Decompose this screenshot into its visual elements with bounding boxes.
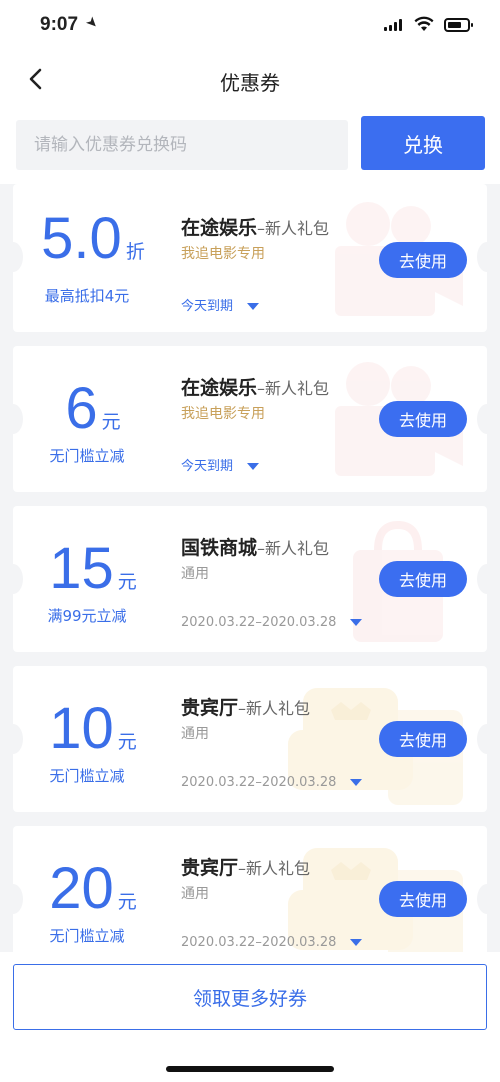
coupon-value: 6元 [13, 380, 173, 438]
coupon-expiry-text: 2020.03.22–2020.03.28 [181, 615, 337, 630]
coupon-value: 5.0 折 [13, 210, 173, 268]
nav-bar: 优惠券 [0, 52, 500, 108]
coupon-condition: 无门槛立减 [49, 927, 125, 945]
coupon-tag: –新人礼包 [257, 379, 330, 398]
coupon-scope: 通用 [181, 726, 209, 742]
use-coupon-button[interactable]: 去使用 [379, 721, 467, 757]
coupon-condition: 最高抵扣4元 [44, 287, 130, 305]
coupon-list[interactable]: 5.0 折 最高抵扣4元 在途娱乐–新人礼包 我追电影专用 今天到期 去使用 6元… [0, 184, 500, 952]
coupon-merchant: 国铁商城 [181, 537, 258, 559]
coupon-scope: 通用 [181, 886, 209, 902]
status-time: 9:07 [40, 14, 79, 35]
coupon-card: 15 元 满99元立减 国铁商城–新人礼包 通用 2020.03.22–2020.… [13, 506, 487, 652]
coupon-unit: 元 [117, 571, 137, 593]
redeem-button[interactable]: 兑换 [361, 116, 485, 170]
coupon-tag: –新人礼包 [257, 219, 330, 238]
coupon-scope: 我追电影专用 [181, 406, 265, 422]
status-bar: 9:07 ➤ [0, 0, 500, 52]
expand-caret-icon[interactable] [247, 303, 260, 310]
coupon-title: 贵宾厅–新人礼包 [181, 853, 310, 880]
coupon-card: 10 元 无门槛立减 贵宾厅–新人礼包 通用 2020.03.22–2020.03… [13, 666, 487, 812]
coupon-expiry[interactable]: 2020.03.22–2020.03.28 [181, 935, 363, 950]
coupon-amount: 5.0 [41, 206, 122, 271]
coupon-unit: 元 [101, 411, 121, 433]
coupon-expiry-text: 今天到期 [181, 459, 234, 474]
coupon-expiry[interactable]: 今天到期 [181, 455, 260, 474]
coupon-amount: 20 [49, 856, 114, 921]
coupon-condition: 满99元立减 [47, 607, 127, 625]
coupon-card: 5.0 折 最高抵扣4元 在途娱乐–新人礼包 我追电影专用 今天到期 去使用 [13, 184, 487, 332]
coupon-expiry-text: 2020.03.22–2020.03.28 [181, 935, 337, 950]
use-coupon-button[interactable]: 去使用 [379, 561, 467, 597]
battery-icon [444, 18, 473, 32]
coupon-value: 10 元 [13, 700, 173, 758]
coupon-expiry[interactable]: 2020.03.22–2020.03.28 [181, 775, 363, 790]
coupon-scope: 通用 [181, 566, 209, 582]
coupon-value: 20 元 [13, 860, 173, 918]
coupon-title: 在途娱乐–新人礼包 [181, 373, 329, 400]
coupon-amount: 10 [49, 696, 114, 761]
coupon-expiry-text: 今天到期 [181, 299, 234, 314]
expand-caret-icon[interactable] [350, 619, 363, 626]
coupon-expiry[interactable]: 今天到期 [181, 295, 260, 314]
wifi-icon [414, 16, 434, 31]
cellular-signal-icon [384, 19, 402, 31]
redeem-bar: 兑换 [0, 108, 500, 184]
coupon-title: 在途娱乐–新人礼包 [181, 213, 329, 240]
expand-caret-icon[interactable] [247, 463, 260, 470]
use-coupon-button[interactable]: 去使用 [379, 881, 467, 917]
coupon-expiry[interactable]: 2020.03.22–2020.03.28 [181, 615, 363, 630]
coupon-scope: 我追电影专用 [181, 246, 265, 262]
coupon-merchant: 在途娱乐 [181, 377, 258, 399]
coupon-merchant: 贵宾厅 [181, 697, 239, 719]
coupon-unit: 元 [117, 731, 137, 753]
use-coupon-button[interactable]: 去使用 [379, 242, 467, 278]
redeem-code-input[interactable] [16, 120, 348, 170]
coupon-tag: –新人礼包 [257, 539, 330, 558]
use-coupon-button[interactable]: 去使用 [379, 401, 467, 437]
coupon-condition: 无门槛立减 [49, 767, 125, 785]
page-title: 优惠券 [220, 71, 280, 95]
bottom-bar: 领取更多好券 [0, 952, 500, 1082]
coupon-unit: 折 [125, 241, 145, 263]
expand-caret-icon[interactable] [350, 779, 363, 786]
coupon-amount: 15 [49, 536, 114, 601]
location-arrow-icon: ➤ [82, 13, 102, 33]
expand-caret-icon[interactable] [350, 939, 363, 946]
coupon-tag: –新人礼包 [238, 859, 311, 878]
home-indicator[interactable] [166, 1066, 334, 1072]
coupon-expiry-text: 2020.03.22–2020.03.28 [181, 775, 337, 790]
coupon-unit: 元 [117, 891, 137, 913]
coupon-merchant: 贵宾厅 [181, 857, 239, 879]
coupon-amount: 6 [65, 376, 98, 441]
coupon-tag: –新人礼包 [238, 699, 311, 718]
coupon-value: 15 元 [13, 540, 173, 598]
coupon-card: 6元 无门槛立减 在途娱乐–新人礼包 我追电影专用 今天到期 去使用 [13, 346, 487, 492]
get-more-coupons-button[interactable]: 领取更多好券 [13, 964, 487, 1030]
coupon-title: 国铁商城–新人礼包 [181, 533, 329, 560]
coupon-card: 20 元 无门槛立减 贵宾厅–新人礼包 通用 2020.03.22–2020.03… [13, 826, 487, 952]
coupon-title: 贵宾厅–新人礼包 [181, 693, 310, 720]
coupon-condition: 无门槛立减 [49, 447, 125, 465]
coupon-merchant: 在途娱乐 [181, 217, 258, 239]
